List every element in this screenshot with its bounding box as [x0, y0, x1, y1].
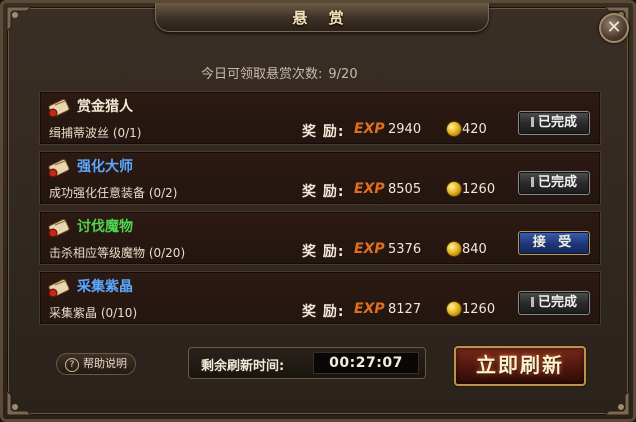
- quest-name: 采集紫晶: [77, 279, 133, 295]
- quest-row: 赏金猎人 缉捕蒂波丝 (0/1) 奖 励: EXP 2940 420 已完成: [39, 91, 601, 145]
- quest-objective: 缉捕蒂波丝 (0/1): [49, 126, 142, 140]
- reward-label: 奖 励:: [302, 124, 345, 140]
- close-button[interactable]: ✕: [599, 13, 629, 43]
- refresh-timer: 剩余刷新时间: 00:27:07: [188, 347, 426, 379]
- refresh-now-button[interactable]: 立即刷新: [454, 346, 586, 386]
- scroll-icon: [48, 98, 70, 118]
- quest-name: 讨伐魔物: [77, 219, 133, 235]
- quest-name: 赏金猎人: [77, 99, 133, 115]
- status-mark-icon: [530, 297, 534, 307]
- reward-label: 奖 励:: [302, 184, 345, 200]
- button-label: 已完成: [537, 175, 577, 190]
- close-icon: ✕: [606, 17, 622, 38]
- help-button[interactable]: ? 帮助说明: [56, 353, 136, 375]
- exp-label: EXP: [354, 301, 385, 317]
- scroll-icon: [48, 218, 70, 238]
- corner-ornament-icon: [5, 5, 43, 43]
- title-bar[interactable]: 悬 赏: [155, 3, 489, 32]
- reward-label: 奖 励:: [302, 244, 345, 260]
- status-mark-icon: [530, 177, 534, 187]
- gold-reward: 840: [462, 242, 487, 257]
- button-label: 已完成: [537, 295, 577, 310]
- corner-ornament-icon: [5, 379, 43, 417]
- quest-objective: 成功强化任意装备 (0/2): [49, 186, 178, 200]
- quota-label: 今日可领取悬赏次数:: [201, 67, 323, 82]
- gold-coin-icon: [446, 241, 462, 257]
- quest-objective: 击杀相应等级魔物 (0/20): [49, 246, 186, 260]
- gold-coin-icon: [446, 121, 462, 137]
- gold-reward: 1260: [462, 302, 496, 317]
- exp-reward: 8505: [388, 182, 422, 197]
- accept-button[interactable]: 接 受: [518, 231, 590, 255]
- exp-reward: 5376: [388, 242, 422, 257]
- completed-button[interactable]: 已完成: [518, 171, 590, 195]
- question-icon: ?: [65, 358, 79, 372]
- quest-row: 采集紫晶 采集紫晶 (0/10) 奖 励: EXP 8127 1260 已完成: [39, 271, 601, 325]
- scroll-icon: [48, 278, 70, 298]
- gold-reward: 1260: [462, 182, 496, 197]
- timer-value: 00:27:07: [329, 355, 403, 371]
- timer-display: 00:27:07: [313, 352, 419, 374]
- status-mark-icon: [530, 117, 534, 127]
- exp-label: EXP: [354, 121, 385, 137]
- corner-ornament-icon: [593, 379, 631, 417]
- quest-row: 讨伐魔物 击杀相应等级魔物 (0/20) 奖 励: EXP 5376 840 接…: [39, 211, 601, 265]
- reward-label: 奖 励:: [302, 304, 345, 320]
- completed-button[interactable]: 已完成: [518, 291, 590, 315]
- exp-label: EXP: [354, 241, 385, 257]
- bounty-window: 悬 赏 ✕ 今日可领取悬赏次数: 9/20 赏金猎人 缉捕蒂波丝 (0/1) 奖 …: [0, 0, 636, 422]
- gold-coin-icon: [446, 181, 462, 197]
- bounty-quota: 今日可领取悬赏次数: 9/20: [201, 63, 358, 82]
- exp-reward: 8127: [388, 302, 422, 317]
- quest-name: 强化大师: [77, 159, 133, 175]
- quest-objective: 采集紫晶 (0/10): [49, 306, 138, 320]
- exp-label: EXP: [354, 181, 385, 197]
- quest-row: 强化大师 成功强化任意装备 (0/2) 奖 励: EXP 8505 1260 已…: [39, 151, 601, 205]
- help-label: 帮助说明: [83, 357, 127, 370]
- scroll-icon: [48, 158, 70, 178]
- timer-label: 剩余刷新时间:: [201, 359, 285, 374]
- window-title: 悬 赏: [292, 9, 352, 27]
- gold-reward: 420: [462, 122, 487, 137]
- gold-coin-icon: [446, 301, 462, 317]
- button-label: 已完成: [537, 115, 577, 130]
- exp-reward: 2940: [388, 122, 422, 137]
- completed-button[interactable]: 已完成: [518, 111, 590, 135]
- quota-value: 9/20: [328, 67, 358, 82]
